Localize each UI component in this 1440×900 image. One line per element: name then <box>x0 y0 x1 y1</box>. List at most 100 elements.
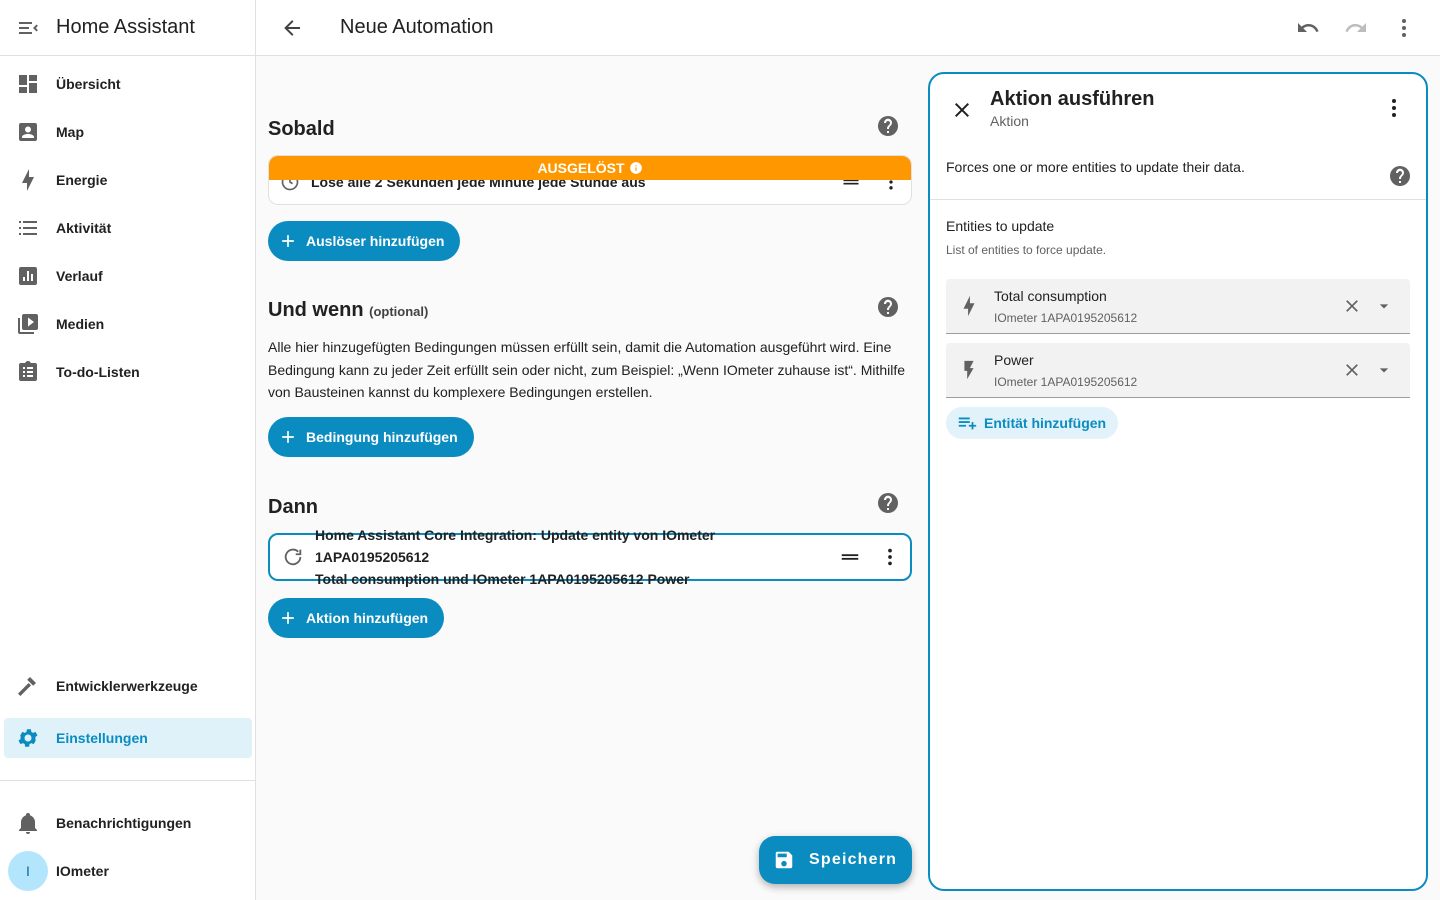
entity-picker[interactable]: Power IOmeter 1APA0195205612 <box>946 343 1410 398</box>
help-circle-icon <box>878 493 898 513</box>
triggered-label: AUSGELÖST <box>537 160 625 176</box>
entity-dropdown-button[interactable] <box>1374 360 1394 380</box>
conditions-help-button[interactable] <box>876 295 900 319</box>
action-detail-panel: Aktion ausführen Aktion Forces one or mo… <box>928 72 1428 891</box>
refresh-icon <box>284 548 302 566</box>
menu-down-icon <box>1379 304 1389 309</box>
entity-dropdown-button[interactable] <box>1374 296 1394 316</box>
trigger-card[interactable]: Löse alle 2 Sekunden jede Minute jede St… <box>268 155 912 205</box>
sidebar-item-activity[interactable]: Aktivität <box>4 208 252 248</box>
menu-collapse-button[interactable] <box>0 0 56 56</box>
dots-vertical-icon[interactable] <box>879 546 901 568</box>
dots-vertical-icon <box>1392 99 1396 117</box>
app-title: Home Assistant <box>56 16 195 38</box>
panel-help-button[interactable] <box>1388 164 1412 188</box>
sidebar-item-label: Verlauf <box>56 268 103 284</box>
toolbar-actions <box>1284 8 1428 48</box>
sidebar-item-media[interactable]: Medien <box>4 304 252 344</box>
bell-icon <box>19 813 37 834</box>
sidebar-item-energy[interactable]: Energie <box>4 160 252 200</box>
flash-icon <box>964 360 974 380</box>
sidebar-item-overview[interactable]: Übersicht <box>4 64 252 104</box>
add-trigger-label: Auslöser hinzufügen <box>306 233 445 249</box>
clear-entity-button[interactable] <box>1342 296 1362 316</box>
sidebar-item-label: Benachrichtigungen <box>56 815 192 831</box>
lightning-bolt-icon <box>963 295 975 317</box>
info-icon[interactable] <box>629 161 643 175</box>
action-text-line-1: Home Assistant Core Integration: Update … <box>315 527 716 565</box>
panel-subtitle: Aktion <box>990 113 1029 129</box>
hammer-icon <box>18 677 36 696</box>
undo-icon <box>1298 23 1319 32</box>
entities-field-hint: List of entities to force update. <box>946 243 1107 257</box>
action-text-line-2: Total consumption und IOmeter 1APA019520… <box>315 571 690 587</box>
sidebar-item-label: Aktivität <box>56 220 112 236</box>
close-icon <box>955 103 969 117</box>
sidebar-item-label: To-do-Listen <box>56 364 140 380</box>
conditions-heading: Und wenn (optional) <box>268 299 428 322</box>
save-label: Speichern <box>809 851 898 868</box>
save-button[interactable]: Speichern <box>759 836 912 884</box>
undo-button[interactable] <box>1284 8 1332 48</box>
triggers-help-button[interactable] <box>876 114 900 138</box>
entity-picker[interactable]: Total consumption IOmeter 1APA0195205612 <box>946 279 1410 334</box>
close-icon <box>1346 364 1358 376</box>
drag-handle-icon[interactable] <box>839 546 861 568</box>
menu-down-icon <box>1379 368 1389 373</box>
gear-icon <box>18 729 38 747</box>
arrow-left-icon <box>284 19 300 36</box>
clipboard-list-icon <box>19 361 37 381</box>
sidebar-item-history[interactable]: Verlauf <box>4 256 252 296</box>
dashboard-icon <box>19 75 37 93</box>
redo-icon <box>1345 23 1366 32</box>
close-icon <box>1346 300 1358 312</box>
help-circle-icon <box>1390 166 1410 186</box>
sidebar-item-label: Energie <box>56 172 108 188</box>
entity-name: Power <box>994 352 1034 368</box>
optional-label: (optional) <box>369 304 429 319</box>
help-circle-icon <box>878 297 898 317</box>
sidebar-header: Home Assistant <box>0 0 255 56</box>
add-condition-label: Bedingung hinzufügen <box>306 429 458 445</box>
redo-button[interactable] <box>1332 8 1380 48</box>
sidebar-item-label: Übersicht <box>56 76 121 92</box>
clear-entity-button[interactable] <box>1342 360 1362 380</box>
actions-help-button[interactable] <box>876 491 900 515</box>
action-text: Home Assistant Core Integration: Update … <box>314 524 830 590</box>
panel-more-button[interactable] <box>1382 96 1406 120</box>
back-button[interactable] <box>256 0 328 56</box>
add-condition-button[interactable]: Bedingung hinzufügen <box>268 417 474 457</box>
action-card[interactable]: Home Assistant Core Integration: Update … <box>268 527 912 587</box>
sidebar-item-developer-tools[interactable]: Entwicklerwerkzeuge <box>4 666 252 706</box>
entities-field-label: Entities to update <box>946 218 1055 234</box>
sidebar-item-profile[interactable]: I IOmeter <box>4 851 252 891</box>
entity-name: Total consumption <box>994 288 1107 304</box>
sidebar-item-label: Entwicklerwerkzeuge <box>56 678 198 694</box>
sidebar-divider <box>0 780 255 781</box>
actions-heading: Dann <box>268 496 318 518</box>
sidebar-item-settings[interactable]: Einstellungen <box>4 718 252 758</box>
plus-icon <box>282 612 294 624</box>
panel-description: Forces one or more entities to update th… <box>946 159 1245 175</box>
page-title: Neue Automation <box>340 16 494 38</box>
panel-title: Aktion ausführen <box>990 88 1155 110</box>
sidebar-item-notifications[interactable]: Benachrichtigungen <box>4 803 252 843</box>
sidebar-item-label: Einstellungen <box>56 730 148 746</box>
plus-icon <box>282 431 294 443</box>
add-action-button[interactable]: Aktion hinzufügen <box>268 598 445 638</box>
sidebar-item-map[interactable]: Map <box>4 112 252 152</box>
more-options-button[interactable] <box>1380 8 1428 48</box>
top-app-bar: Neue Automation <box>256 0 1440 56</box>
playlist-plus-icon <box>958 417 977 430</box>
add-trigger-button[interactable]: Auslöser hinzufügen <box>268 221 461 261</box>
lightning-bolt-icon <box>22 169 34 191</box>
chart-box-icon <box>19 267 37 285</box>
sidebar-item-todo[interactable]: To-do-Listen <box>4 352 252 392</box>
close-panel-button[interactable] <box>946 94 978 126</box>
add-action-label: Aktion hinzufügen <box>306 610 429 626</box>
add-entity-button[interactable]: Entität hinzufügen <box>946 407 1119 439</box>
triggers-heading: Sobald <box>268 118 335 140</box>
sidebar-item-label: Map <box>56 124 84 140</box>
add-entity-label: Entität hinzufügen <box>984 415 1107 431</box>
plus-icon <box>282 235 294 247</box>
